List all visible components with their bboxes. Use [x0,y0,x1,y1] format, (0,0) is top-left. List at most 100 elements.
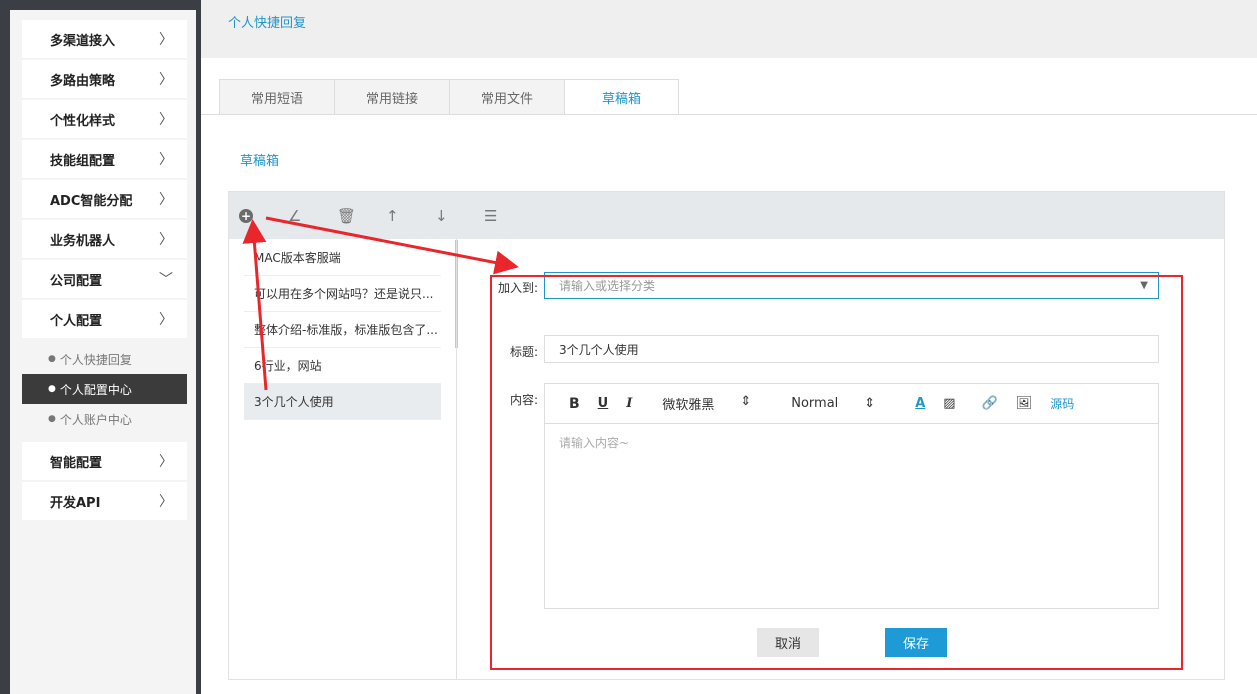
sidebar: 多渠道接入〉 多路由策略〉 个性化样式〉 技能组配置〉 ADC智能分配〉 业务机… [10,10,196,694]
drafts-panel: + ∠ 🗑 ↑ ↓ ☰ MAC版本客服端 可以用在多个网站吗？还是说只... 整… [228,191,1225,680]
breadcrumb[interactable]: 个人快捷回复 [228,12,306,31]
chevron-right-icon: 〉 [159,232,173,248]
image-icon[interactable]: 🖼 [1016,396,1033,411]
tab-links[interactable]: 常用链接 [334,79,449,115]
category-select[interactable]: 请输入或选择分类 ▼ [544,272,1159,299]
sidebar-item-adc[interactable]: ADC智能分配 〉 [22,180,187,218]
list-button[interactable]: ☰ [484,207,533,225]
sidebar-item-label: 多路由策略 [50,73,116,89]
title-input[interactable]: 3个几个人使用 [544,335,1159,363]
link-icon[interactable]: 🔗 [982,396,998,411]
draft-list: MAC版本客服端 可以用在多个网站吗？还是说只... 整体介绍-标准版，标准版包… [244,240,441,420]
editor-toolbar: B U I 微软雅黑 ⇕ Normal ⇕ A ▨ 🔗 🖼 源码 [545,384,1158,424]
sidebar-item-label: 开发API [50,495,101,511]
sidebar-item-label: 业务机器人 [50,233,116,249]
background-color-icon[interactable]: ▨ [943,396,955,411]
sidebar-item-skill-group[interactable]: 技能组配置 〉 [22,140,187,178]
sidebar-item-label: 多渠道接入 [50,33,116,49]
select-arrows-icon: ⇕ [864,396,876,411]
sidebar-item-personal[interactable]: 个人配置 〉 [22,300,187,338]
chevron-right-icon: 〉 [159,152,173,168]
sub-item-quick-reply[interactable]: ● 个人快捷回复 [22,344,187,374]
editor-content[interactable]: 请输入内容~ [545,424,1158,461]
add-to-label: 加入到: [498,281,539,295]
bullet-icon: ● [48,384,56,394]
sidebar-item-company[interactable]: 公司配置 ﹀ [22,260,187,298]
edit-button[interactable]: ∠ [288,207,337,225]
dropdown-caret-icon: ▼ [1140,280,1148,291]
sidebar-item-label: 个人配置 [50,313,103,329]
delete-button[interactable]: 🗑 [337,207,386,225]
italic-button[interactable]: I [626,396,632,411]
tab-phrases[interactable]: 常用短语 [219,79,334,115]
sidebar-item-label: 公司配置 [50,273,103,289]
sidebar-item-label: ADC智能分配 [50,193,133,209]
sub-item-label: 个人账户中心 [59,412,132,427]
chevron-right-icon: 〉 [159,72,173,88]
save-button[interactable]: 保存 [885,628,947,657]
chevron-right-icon: 〉 [159,112,173,128]
tab-files[interactable]: 常用文件 [449,79,564,115]
select-arrows-icon: ⇕ [740,394,752,409]
font-size-value: Normal [791,396,839,411]
breadcrumb-bar: 个人快捷回复 [201,0,1257,58]
move-down-button[interactable]: ↓ [435,207,484,225]
move-up-icon: ↑ [386,206,399,225]
sidebar-item-routing[interactable]: 多路由策略 〉 [22,60,187,98]
sub-item-label: 个人快捷回复 [59,352,132,367]
move-up-button[interactable]: ↑ [386,207,435,225]
add-icon: + [239,208,253,223]
sidebar-item-label: 个性化样式 [50,113,116,129]
title-value: 3个几个人使用 [559,342,639,357]
content-label: 内容: [510,393,539,407]
section-title: 草稿箱 [240,154,280,169]
sidebar-item-smart-config[interactable]: 智能配置 〉 [22,442,187,480]
rich-text-editor: B U I 微软雅黑 ⇕ Normal ⇕ A ▨ 🔗 🖼 源码 请输入内容~ [544,383,1159,609]
bullet-icon: ● [48,414,56,424]
drafts-toolbar: + ∠ 🗑 ↑ ↓ ☰ [229,192,1224,239]
sub-item-label: 个人配置中心 [59,382,132,397]
list-item[interactable]: 6行业，网站 [244,348,441,384]
main-content: 个人快捷回复 常用短语 常用链接 常用文件 草稿箱 草稿箱 + ∠ 🗑 ↑ ↓ … [201,0,1257,694]
chevron-right-icon: 〉 [159,312,173,328]
underline-button[interactable]: U [598,396,609,411]
tab-bar: 常用短语 常用链接 常用文件 草稿箱 [219,79,679,115]
bullet-icon: ● [48,354,56,364]
chevron-right-icon: 〉 [159,32,173,48]
sidebar-item-multichannel[interactable]: 多渠道接入 〉 [22,20,187,58]
list-item[interactable]: 3个几个人使用 [244,384,441,420]
sidebar-item-api[interactable]: 开发API 〉 [22,482,187,520]
delete-icon: 🗑 [337,206,357,225]
font-family-value: 微软雅黑 [662,398,715,413]
text-color-button[interactable]: A [915,396,925,411]
list-item[interactable]: 整体介绍-标准版，标准版包含了... [244,312,441,348]
move-down-icon: ↓ [435,206,448,225]
chevron-down-icon: ﹀ [159,272,173,288]
title-label: 标题: [510,345,539,359]
draft-form: 加入到: 请输入或选择分类 ▼ 标题: 3个几个人使用 内容: B U I 微软… [457,239,1225,680]
sidebar-item-label: 智能配置 [50,455,103,471]
sidebar-item-style[interactable]: 个性化样式 〉 [22,100,187,138]
cancel-button[interactable]: 取消 [757,628,819,657]
source-button[interactable]: 源码 [1050,395,1074,412]
add-button[interactable]: + [239,208,288,223]
list-item[interactable]: MAC版本客服端 [244,240,441,276]
list-icon: ☰ [484,206,498,225]
bold-button[interactable]: B [569,396,580,412]
chevron-right-icon: 〉 [159,494,173,510]
chevron-right-icon: 〉 [159,192,173,208]
edit-icon: ∠ [288,206,302,225]
sidebar-menu: 多渠道接入〉 多路由策略〉 个性化样式〉 技能组配置〉 ADC智能分配〉 业务机… [22,20,187,522]
sub-item-account-center[interactable]: ● 个人账户中心 [22,404,187,434]
font-family-select[interactable]: 微软雅黑 ⇕ [662,394,751,413]
sidebar-item-robot[interactable]: 业务机器人 〉 [22,220,187,258]
content-placeholder: 请输入内容~ [559,436,630,450]
list-item[interactable]: 可以用在多个网站吗？还是说只... [244,276,441,312]
personal-submenu: ● 个人快捷回复 ● 个人配置中心 ● 个人账户中心 [22,340,187,440]
sub-item-config-center[interactable]: ● 个人配置中心 [22,374,187,404]
sidebar-item-label: 技能组配置 [50,153,116,169]
tab-drafts[interactable]: 草稿箱 [564,79,679,115]
tab-divider [201,114,1257,115]
font-size-select[interactable]: Normal ⇕ [791,396,875,411]
chevron-right-icon: 〉 [159,454,173,470]
